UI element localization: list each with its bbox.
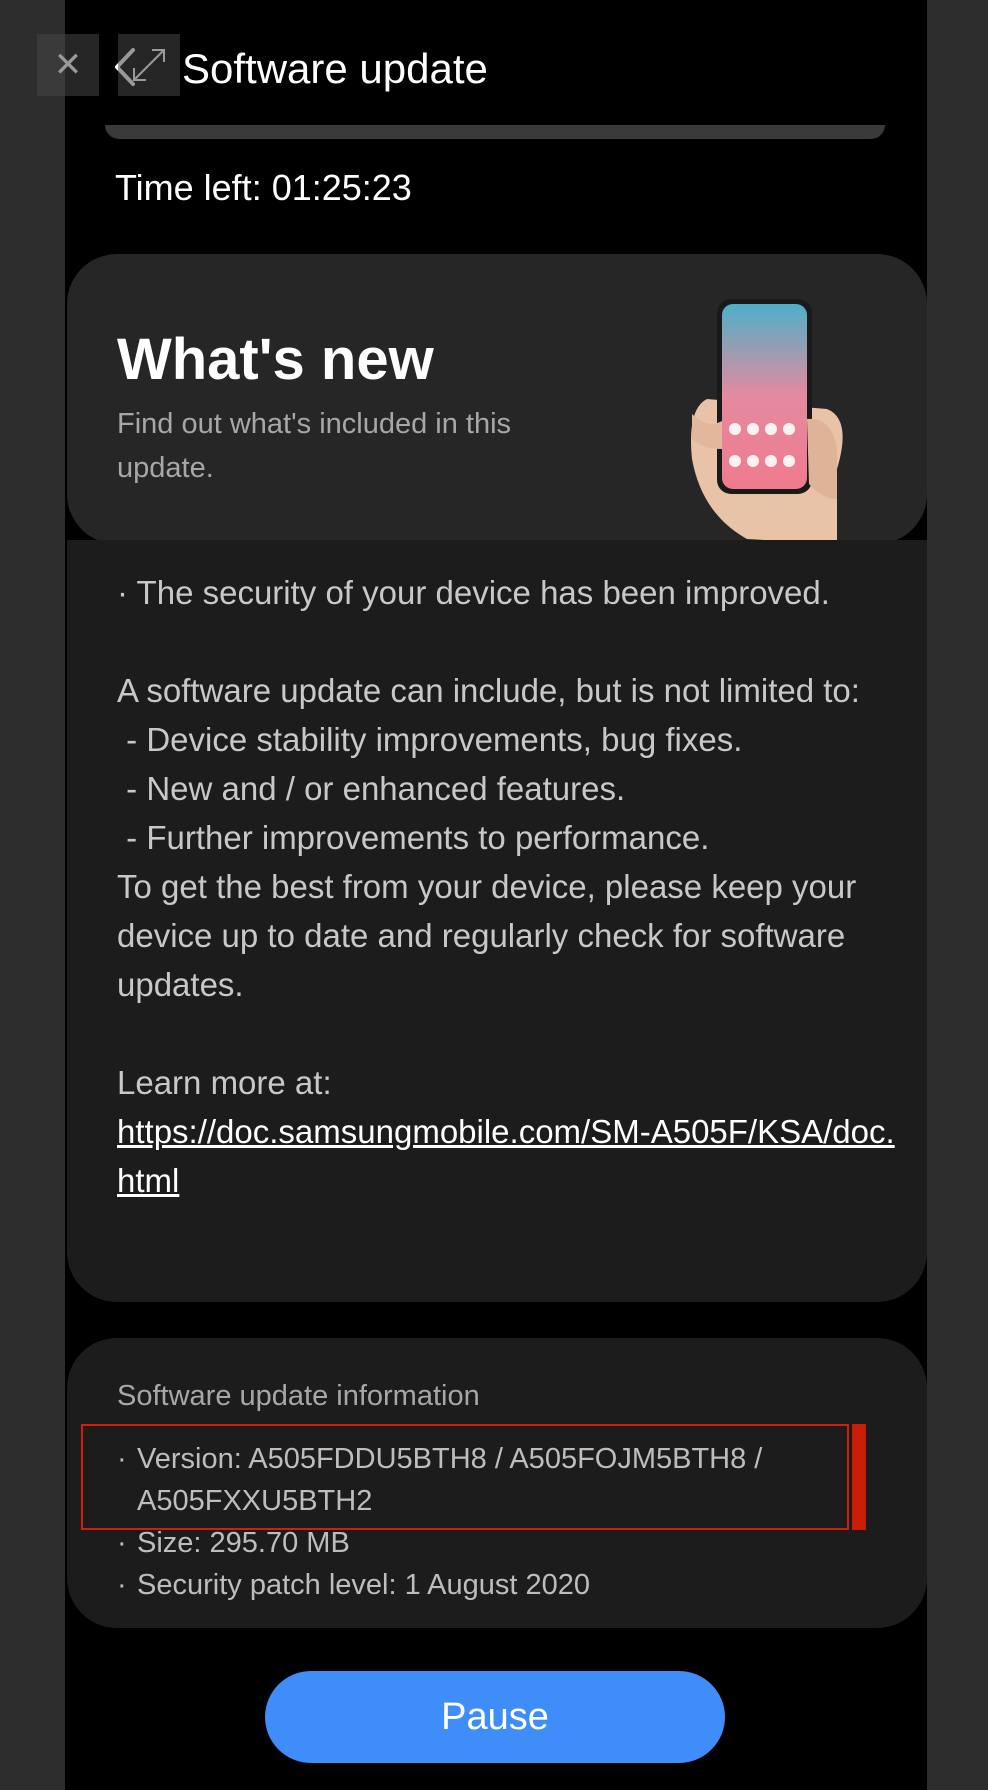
learn-more-link[interactable]: https://doc.samsungmobile.com/SM-A505F/K… bbox=[117, 1113, 895, 1199]
whats-new-title: What's new bbox=[117, 327, 434, 392]
page-title: Software update bbox=[182, 45, 488, 92]
update-info-title: Software update information bbox=[117, 1380, 480, 1412]
phone-in-hand-illustration bbox=[691, 299, 843, 544]
app-header: Software update bbox=[65, 30, 927, 110]
release-notes-card: · The security of your device has been i… bbox=[67, 540, 927, 1302]
note-item: - Device stability improvements, bug fix… bbox=[117, 721, 743, 758]
download-progress-bar bbox=[105, 125, 885, 139]
version-highlight-bar bbox=[852, 1424, 866, 1530]
note-item: - New and / or enhanced features. bbox=[117, 770, 626, 807]
learn-more-label: Learn more at: bbox=[117, 1064, 332, 1101]
patch-row: · Security patch level: 1 August 2020 bbox=[117, 1569, 591, 1601]
pause-button[interactable]: Pause bbox=[265, 1671, 725, 1763]
right-margin bbox=[927, 0, 988, 1790]
size-value: Size: 295.70 MB bbox=[137, 1527, 350, 1559]
time-left-label: Time left: 01:25:23 bbox=[115, 167, 412, 208]
whats-new-card: What's new Find out what's included in t… bbox=[67, 254, 927, 544]
patch-value: Security patch level: 1 August 2020 bbox=[137, 1569, 591, 1601]
release-notes: · The security of your device has been i… bbox=[117, 568, 897, 1205]
whats-new-subtitle: Find out what's included in this update. bbox=[117, 408, 512, 484]
version-highlight-box bbox=[81, 1424, 849, 1530]
update-intro: A software update can include, but is no… bbox=[117, 672, 860, 709]
close-icon[interactable]: ✕ bbox=[37, 34, 99, 96]
phone-screen: Software update Time left: 01:25:23 What… bbox=[65, 0, 927, 1790]
expand-icon[interactable] bbox=[118, 34, 180, 96]
update-outro: To get the best from your device, please… bbox=[117, 868, 866, 1003]
note-item: - Further improvements to performance. bbox=[117, 819, 710, 856]
security-note: · The security of your device has been i… bbox=[117, 574, 830, 611]
left-margin bbox=[0, 0, 65, 1790]
